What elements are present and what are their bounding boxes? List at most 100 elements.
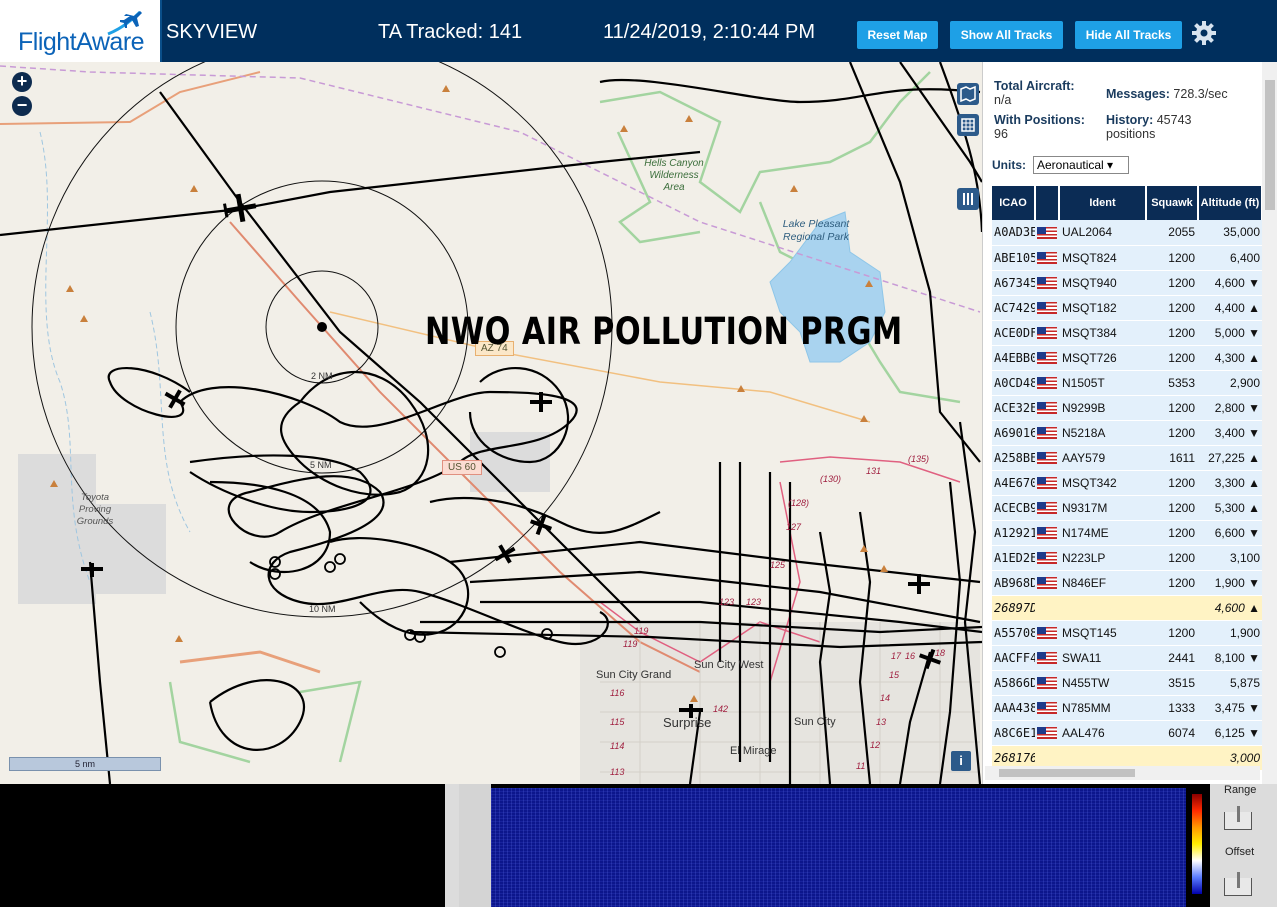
color-scale — [1192, 794, 1202, 894]
ident-cell: SWA11 — [1059, 645, 1146, 671]
altitude-cell: 6,125 ▼ — [1198, 720, 1262, 746]
table-row[interactable]: ACECB9 N9317M 1200 5,300 ▲ — [992, 495, 1262, 521]
table-row[interactable]: AB968D N846EF 1200 1,900 ▼ — [992, 570, 1262, 596]
squawk-cell: 1200 — [1146, 495, 1198, 521]
icao-cell: A12921 — [992, 520, 1035, 546]
table-row[interactable]: A5866D N455TW 3515 5,875 — [992, 670, 1262, 696]
info-button[interactable]: i — [951, 751, 971, 771]
spectrum-divider — [445, 784, 459, 907]
road-number: 18 — [935, 648, 946, 658]
ident-cell: UAL2064 — [1059, 220, 1146, 246]
offset-slider[interactable] — [1224, 872, 1252, 896]
history-label: History: — [1106, 113, 1154, 127]
us-flag-icon — [1037, 677, 1057, 690]
flightaware-logo[interactable]: FlightAware — [0, 0, 162, 62]
route-us60: US 60 — [442, 460, 482, 475]
total-aircraft-label: Total Aircraft: — [994, 79, 1075, 93]
map-canvas[interactable] — [0, 62, 982, 784]
flag-cell — [1035, 520, 1059, 546]
table-row[interactable]: AACFF4 SWA11 2441 8,100 ▼ — [992, 645, 1262, 671]
road-number: 123 — [746, 597, 762, 607]
table-row[interactable]: A4EBB0 MSQT726 1200 4,300 ▲ — [992, 345, 1262, 371]
road-number: (135) — [908, 454, 930, 464]
road-number: 116 — [610, 688, 625, 698]
reset-map-button[interactable]: Reset Map — [857, 21, 938, 49]
ident-cell: MSQT726 — [1059, 345, 1146, 371]
altitude-cell: 2,800 ▼ — [1198, 395, 1262, 421]
table-row[interactable]: A12921 N174ME 1200 6,600 ▼ — [992, 520, 1262, 546]
squawk-cell — [1146, 595, 1198, 621]
table-row[interactable]: AAA438 N785MM 1333 3,475 ▼ — [992, 695, 1262, 721]
col-icao[interactable]: ICAO — [992, 186, 1036, 220]
table-row[interactable]: A55708 MSQT145 1200 1,900 — [992, 620, 1262, 646]
horizontal-scrollbar[interactable] — [985, 766, 1260, 780]
squawk-cell: 5353 — [1146, 370, 1198, 396]
icao-cell: 26897D — [992, 595, 1035, 621]
ring-label-2nm: 2 NM — [311, 371, 333, 381]
zoom-in-button[interactable]: + — [12, 72, 32, 92]
zoom-out-button[interactable]: − — [12, 96, 32, 116]
label-sun-city-west: Sun City West — [694, 659, 764, 671]
table-row[interactable]: A258BE AAY579 1611 27,225 ▲ — [992, 445, 1262, 471]
altitude-cell: 3,100 — [1198, 545, 1262, 571]
table-row[interactable]: A67345 MSQT940 1200 4,600 ▼ — [992, 270, 1262, 296]
icao-cell: A1ED2E — [992, 545, 1035, 571]
altitude-cell: 1,900 ▼ — [1198, 570, 1262, 596]
hide-all-tracks-button[interactable]: Hide All Tracks — [1075, 21, 1182, 49]
us-flag-icon — [1037, 652, 1057, 665]
units-select[interactable]: Aeronautical ▾ — [1033, 156, 1129, 174]
with-positions-label: With Positions: — [994, 113, 1085, 127]
table-row[interactable]: 26897D 4,600 ▲ — [992, 595, 1262, 621]
us-flag-icon — [1037, 577, 1057, 590]
ring-label-10nm: 10 NM — [309, 604, 336, 614]
waterfall-display — [491, 788, 1186, 907]
map-layers-icon[interactable] — [957, 83, 979, 105]
col-squawk[interactable]: Squawk — [1146, 186, 1199, 220]
squawk-cell: 1611 — [1146, 445, 1198, 471]
icao-cell: A258BE — [992, 445, 1035, 471]
vertical-scrollbar[interactable] — [1262, 62, 1277, 784]
ident-cell: MSQT182 — [1059, 295, 1146, 321]
range-label: Range — [1224, 784, 1257, 796]
horizontal-scroll-thumb[interactable] — [999, 769, 1135, 777]
vertical-scroll-thumb[interactable] — [1265, 80, 1275, 210]
squawk-cell: 1200 — [1146, 570, 1198, 596]
table-row[interactable]: A0CD48 N1505T 5353 2,900 — [992, 370, 1262, 396]
ident-cell — [1059, 595, 1146, 621]
squawk-cell: 1200 — [1146, 420, 1198, 446]
range-slider[interactable] — [1224, 806, 1252, 830]
table-row[interactable]: A0AD3E UAL2064 2055 35,000 — [992, 220, 1262, 246]
table-row[interactable]: A8C6E1 AAL476 6074 6,125 ▼ — [992, 720, 1262, 746]
ident-cell: N1505T — [1059, 370, 1146, 396]
table-row[interactable]: A1ED2E N223LP 1200 3,100 — [992, 545, 1262, 571]
grid-icon[interactable] — [957, 114, 979, 136]
road-number: 115 — [610, 717, 625, 727]
icao-cell: A5866D — [992, 670, 1035, 696]
us-flag-icon — [1037, 702, 1057, 715]
flag-cell — [1035, 595, 1059, 621]
table-row[interactable]: ACE0DF MSQT384 1200 5,000 ▼ — [992, 320, 1262, 346]
icao-cell: A4E670 — [992, 470, 1035, 496]
label-toyota: Toyota Proving Grounds — [76, 492, 114, 527]
columns-icon[interactable] — [957, 188, 979, 210]
squawk-cell: 2441 — [1146, 645, 1198, 671]
map-view[interactable]: Hells Canyon Wilderness Area Lake Pleasa… — [0, 62, 982, 784]
col-flag[interactable] — [1035, 186, 1060, 220]
altitude-cell: 8,100 ▼ — [1198, 645, 1262, 671]
ident-cell: N455TW — [1059, 670, 1146, 696]
us-flag-icon — [1037, 502, 1057, 515]
col-ident[interactable]: Ident — [1059, 186, 1147, 220]
gear-icon[interactable] — [1191, 20, 1217, 46]
flag-cell — [1035, 545, 1059, 571]
table-row[interactable]: AC7429 MSQT182 1200 4,400 ▲ — [992, 295, 1262, 321]
table-row[interactable]: A4E670 MSQT342 1200 3,300 ▲ — [992, 470, 1262, 496]
show-all-tracks-button[interactable]: Show All Tracks — [950, 21, 1063, 49]
table-row[interactable]: A69016 N5218A 1200 3,400 ▼ — [992, 420, 1262, 446]
squawk-cell: 1200 — [1146, 395, 1198, 421]
table-row[interactable]: ABE105 MSQT824 1200 6,400 — [992, 245, 1262, 271]
icao-cell: A0CD48 — [992, 370, 1035, 396]
col-altitude[interactable]: Altitude (ft) — [1198, 186, 1263, 220]
altitude-cell: 5,300 ▲ — [1198, 495, 1262, 521]
table-row[interactable]: ACE32E N9299B 1200 2,800 ▼ — [992, 395, 1262, 421]
flag-cell — [1035, 470, 1059, 496]
